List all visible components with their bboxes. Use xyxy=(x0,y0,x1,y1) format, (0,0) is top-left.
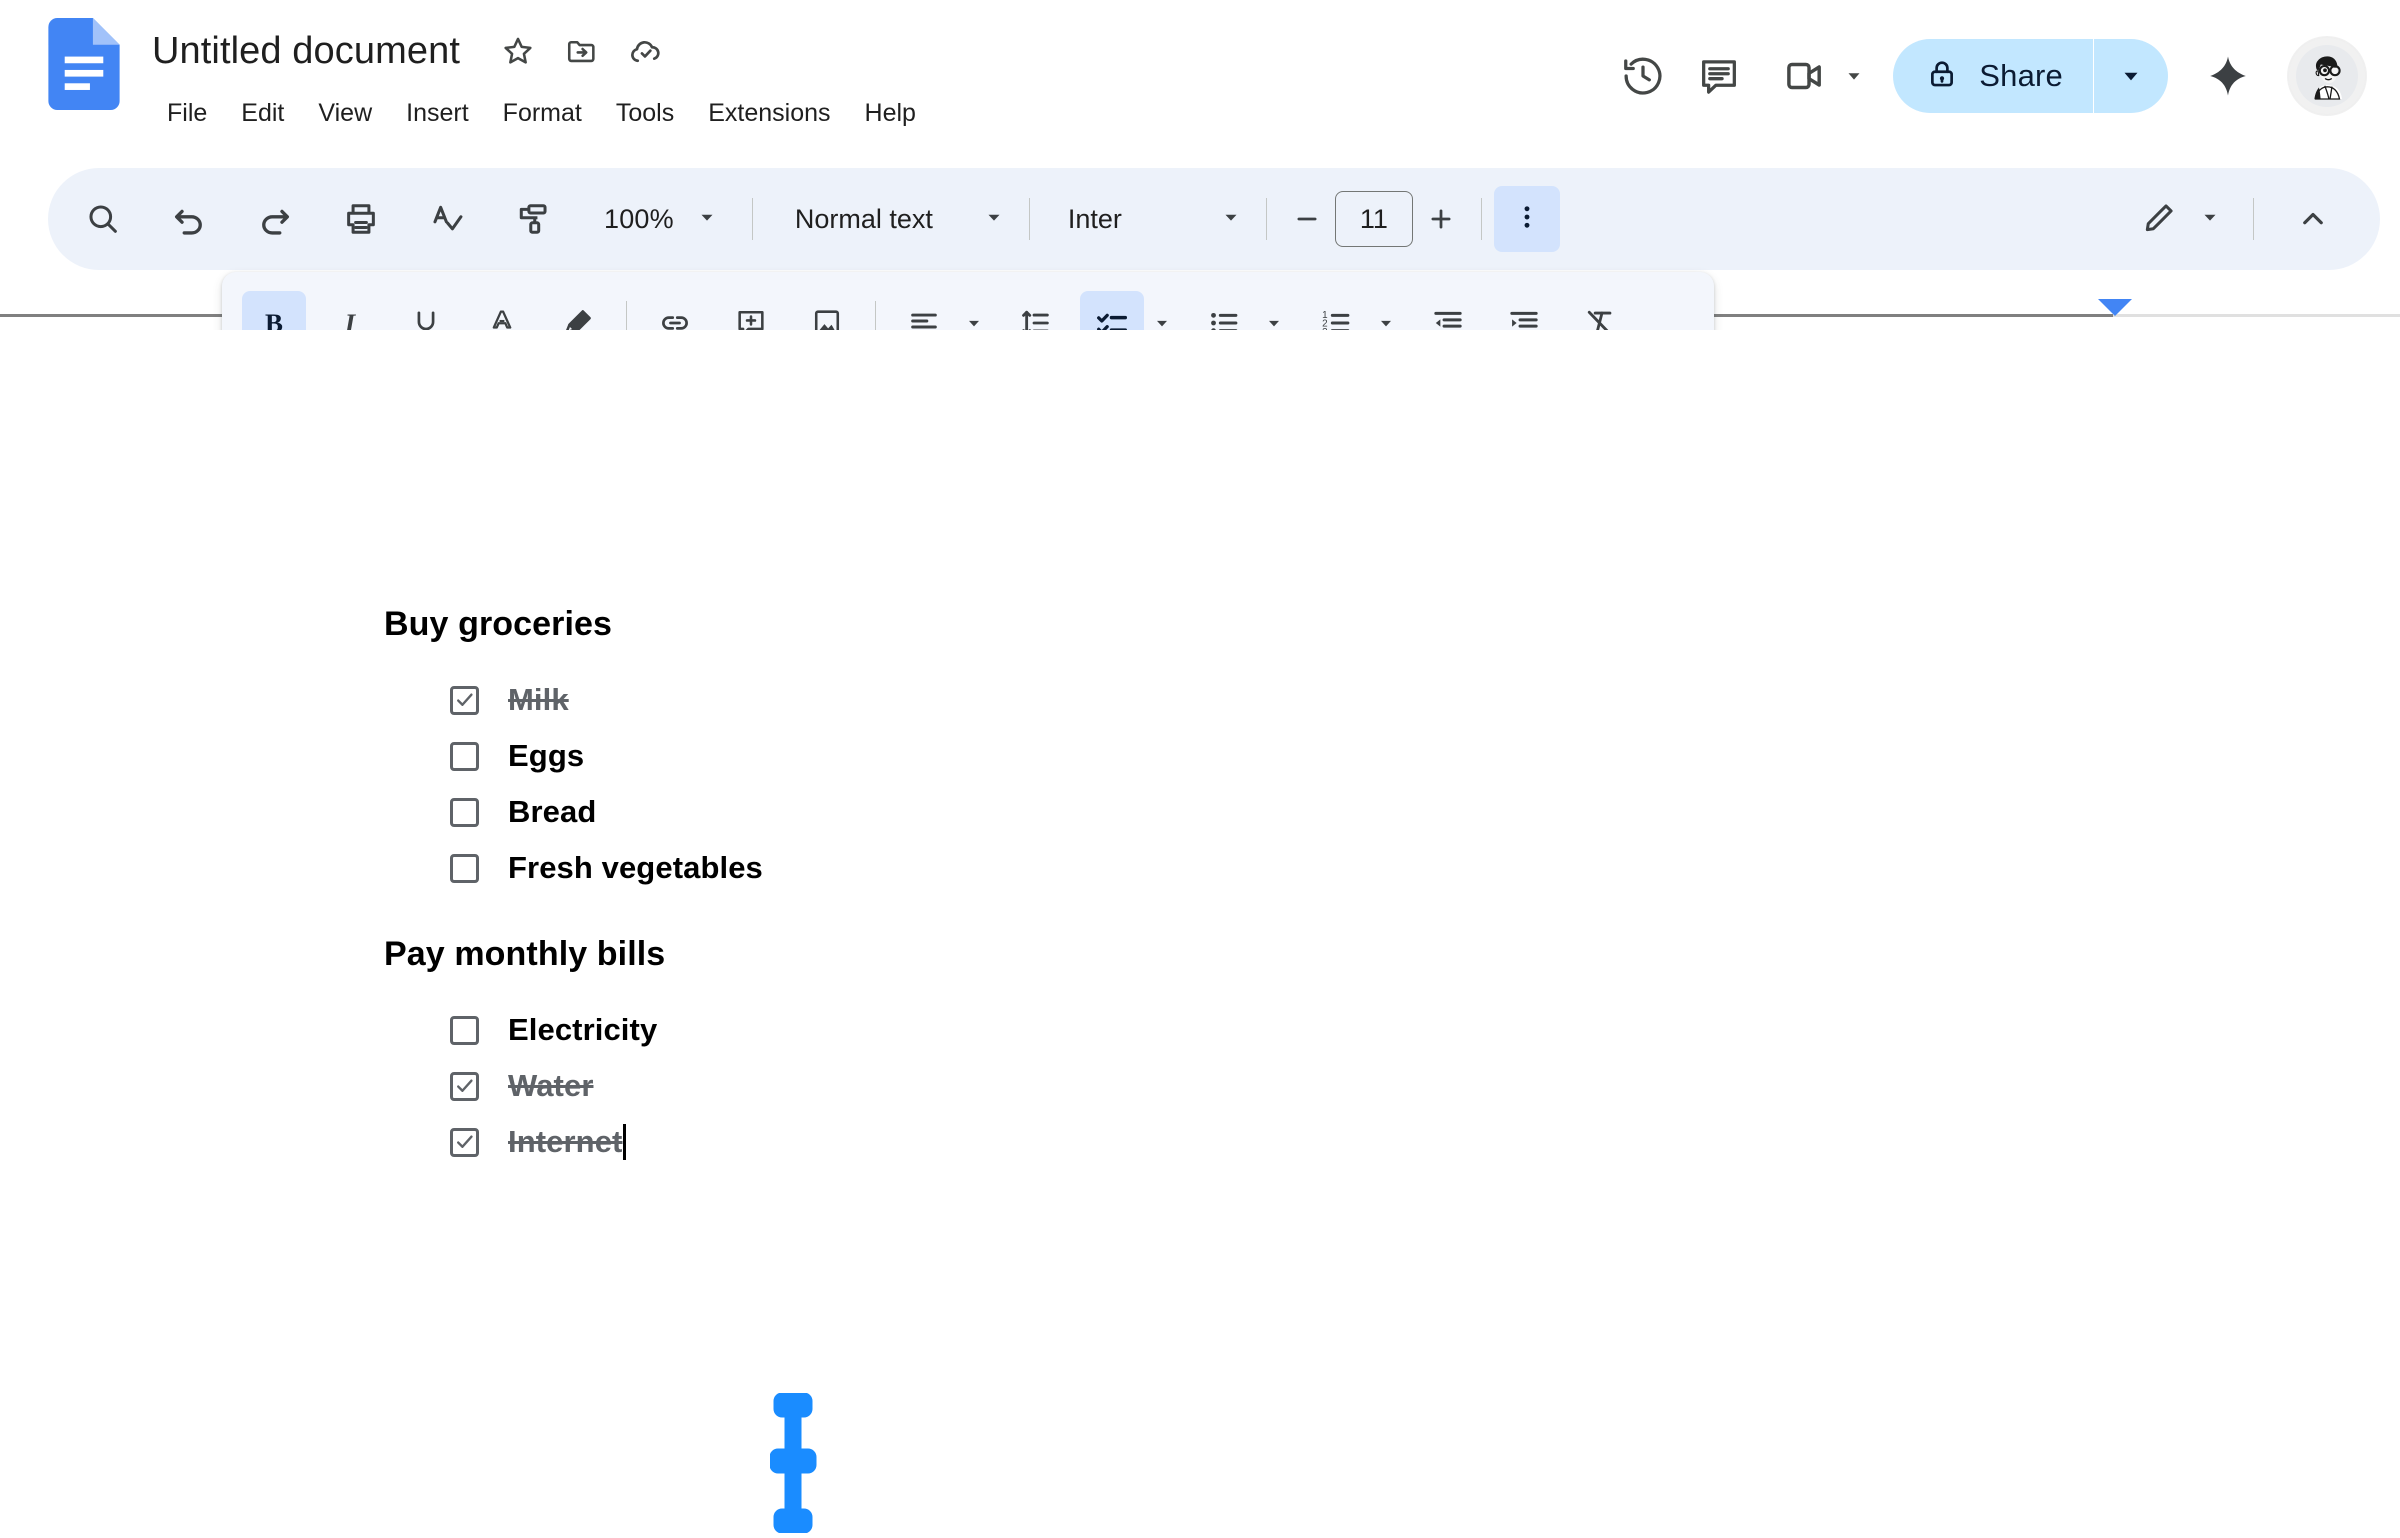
checklist-item[interactable]: Milk xyxy=(450,672,1884,728)
checklist-groceries: Milk Eggs Bread Fresh vegetables xyxy=(384,672,1884,896)
zoom-chevron-down-icon xyxy=(696,206,718,233)
title-row: Untitled document xyxy=(152,22,666,80)
share-label: Share xyxy=(1979,58,2063,93)
title-icon-group xyxy=(498,31,666,71)
checkbox-unchecked[interactable] xyxy=(450,1015,479,1045)
checkbox-unchecked[interactable] xyxy=(450,741,479,771)
editing-mode-button[interactable] xyxy=(2135,186,2227,252)
more-vertical-icon xyxy=(1512,202,1542,237)
star-icon[interactable] xyxy=(498,31,538,71)
section-heading: Buy groceries xyxy=(384,605,613,643)
top-bar: Untitled document File Edit View Insert … xyxy=(0,0,2400,152)
print-icon[interactable] xyxy=(328,186,394,252)
spellcheck-icon[interactable] xyxy=(414,186,480,252)
comment-history-icon[interactable] xyxy=(1681,38,1757,114)
docs-logo-icon[interactable] xyxy=(48,18,120,110)
toolbar-divider-4 xyxy=(1480,198,1482,240)
checkbox-checked[interactable] xyxy=(450,1127,479,1157)
cloud-saved-icon[interactable] xyxy=(626,31,666,71)
main-toolbar: 100% Normal text Inter 11 xyxy=(48,168,2380,270)
checkbox-checked[interactable] xyxy=(450,1071,479,1101)
lock-icon xyxy=(1925,57,1959,96)
checkbox-unchecked[interactable] xyxy=(450,797,479,827)
checklist-item-label: Eggs xyxy=(508,738,585,773)
checklist-item[interactable]: Electricity xyxy=(450,1002,1884,1058)
menu-file[interactable]: File xyxy=(150,92,224,134)
right-indent-marker[interactable] xyxy=(2098,299,2132,316)
checklist-item-label: Water xyxy=(508,1068,594,1103)
pencil-icon xyxy=(2141,198,2179,241)
zoom-value: 100% xyxy=(604,203,674,234)
document-title[interactable]: Untitled document xyxy=(152,29,460,73)
account-avatar[interactable] xyxy=(2288,37,2366,115)
collapse-menus-button[interactable] xyxy=(2280,186,2346,252)
gemini-spark-icon[interactable] xyxy=(2190,38,2266,114)
editing-mode-chevron-down-icon xyxy=(2199,206,2221,233)
meet-call-group[interactable] xyxy=(1767,38,1867,114)
increase-font-size-button[interactable] xyxy=(1413,191,1469,247)
header-actions: Share xyxy=(1605,0,2400,152)
paint-format-icon[interactable] xyxy=(500,186,566,252)
version-history-icon[interactable] xyxy=(1605,38,1681,114)
redo-icon[interactable] xyxy=(242,186,308,252)
paragraph-style-value: Normal text xyxy=(794,203,933,234)
section-heading: Pay monthly bills xyxy=(384,935,666,973)
checklist-item[interactable]: Fresh vegetables xyxy=(450,840,1884,896)
mouse-text-cursor xyxy=(769,1392,860,1534)
meet-camera-icon[interactable] xyxy=(1767,38,1843,114)
chevron-up-icon xyxy=(2295,201,2331,237)
menu-insert[interactable]: Insert xyxy=(389,92,486,134)
share-button[interactable]: Share xyxy=(1893,39,2168,113)
font-family-value: Inter xyxy=(1067,203,1122,234)
checklist-bills: Electricity Water Internet xyxy=(384,1002,1884,1170)
checkbox-unchecked[interactable] xyxy=(450,853,479,883)
menu-extensions[interactable]: Extensions xyxy=(691,92,847,134)
checkbox-checked[interactable] xyxy=(450,685,479,715)
decrease-font-size-button[interactable] xyxy=(1279,191,1335,247)
font-size-input[interactable]: 11 xyxy=(1334,191,1413,247)
toolbar-divider-1 xyxy=(751,198,753,240)
checklist-item[interactable]: Eggs xyxy=(450,728,1884,784)
text-insertion-caret xyxy=(623,1124,627,1160)
checklist-item-label: Internet xyxy=(508,1124,623,1159)
undo-icon[interactable] xyxy=(156,186,222,252)
move-folder-icon[interactable] xyxy=(562,31,602,71)
document-page[interactable]: Buy groceries Milk Eggs Bread Fresh vege… xyxy=(0,330,2400,1534)
more-options-button[interactable] xyxy=(1493,186,1560,252)
font-family-select[interactable]: Inter xyxy=(1052,186,1252,252)
menu-format[interactable]: Format xyxy=(486,92,599,134)
menu-tools[interactable]: Tools xyxy=(599,92,691,134)
checklist-item-label: Milk xyxy=(508,682,569,717)
meet-chevron-down-icon[interactable] xyxy=(1841,63,1867,89)
font-chevron-down-icon xyxy=(1220,206,1242,233)
checklist-item-label: Fresh vegetables xyxy=(508,850,763,885)
share-main[interactable]: Share xyxy=(1893,39,2093,113)
toolbar-right-group xyxy=(2135,186,2380,252)
toolbar-divider-5 xyxy=(2253,198,2254,240)
paragraph-style-select[interactable]: Normal text xyxy=(779,186,1015,252)
font-size-group: 11 xyxy=(1279,191,1469,247)
checklist-item[interactable]: Bread xyxy=(450,784,1884,840)
menu-help[interactable]: Help xyxy=(848,92,933,134)
menu-edit[interactable]: Edit xyxy=(224,92,301,134)
paragraph-style-chevron-down-icon xyxy=(983,206,1005,233)
checklist-item[interactable]: Internet xyxy=(450,1114,1884,1170)
menu-bar: File Edit View Insert Format Tools Exten… xyxy=(150,92,933,134)
font-size-value: 11 xyxy=(1359,203,1388,234)
share-chevron-down-icon[interactable] xyxy=(2094,39,2168,113)
menu-view[interactable]: View xyxy=(301,92,389,134)
toolbar-divider-3 xyxy=(1265,198,1267,240)
checklist-item[interactable]: Water xyxy=(450,1058,1884,1114)
checklist-item-label: Electricity xyxy=(508,1012,658,1047)
zoom-select[interactable]: 100% xyxy=(590,186,726,252)
document-body[interactable]: Buy groceries Milk Eggs Bread Fresh vege… xyxy=(384,602,1884,1170)
search-icon[interactable] xyxy=(70,186,136,252)
toolbar-divider-2 xyxy=(1028,198,1030,240)
checklist-item-label: Bread xyxy=(508,794,597,829)
